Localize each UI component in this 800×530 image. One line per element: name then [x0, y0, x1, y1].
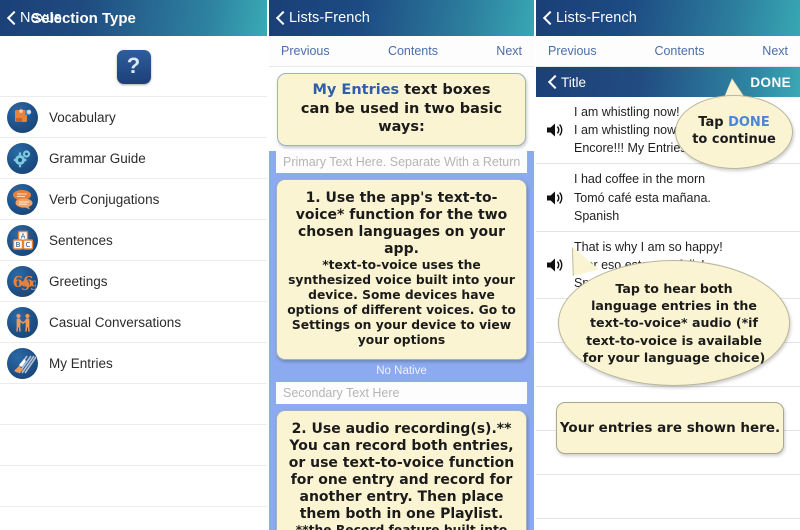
- panel-selection-type: Nexus Selection Type ? Vocabulary Gramma…: [0, 0, 267, 530]
- entry-editor-area: Primary Text Here. Separate With a Retur…: [269, 150, 534, 530]
- title-callout-rest: text boxes: [399, 82, 491, 98]
- previous-link[interactable]: Previous: [548, 44, 597, 58]
- speaker-icon[interactable]: [542, 122, 568, 138]
- selection-type-list: Vocabulary Grammar Guide Verb Conjugatio…: [0, 96, 267, 530]
- svg-text:B: B: [15, 241, 20, 249]
- speech-bubbles-icon: [7, 183, 38, 215]
- bubble-done-highlight: DONE: [728, 115, 770, 131]
- list-item-verb-conjugations[interactable]: Verb Conjugations: [0, 179, 267, 220]
- list-item-grammar-guide[interactable]: Grammar Guide: [0, 138, 267, 179]
- entry-row[interactable]: I had coffee in the morn Tomó café esta …: [536, 164, 800, 232]
- panel2-navbar: Lists-French: [269, 0, 534, 36]
- three-panel-screenshot: Nexus Selection Type ? Vocabulary Gramma…: [0, 0, 800, 530]
- abc-blocks-icon: A B C: [7, 224, 38, 256]
- primary-text-input[interactable]: Primary Text Here. Separate With a Retur…: [276, 150, 527, 173]
- entry-line-3: Encore!!! My Entries r: [574, 141, 695, 156]
- svg-text:C: C: [25, 241, 30, 249]
- back-button-label[interactable]: Lists-French: [556, 10, 637, 26]
- puzzle-icon: [7, 101, 38, 133]
- help-button[interactable]: ?: [116, 50, 151, 84]
- gears-icon: [7, 142, 38, 174]
- svg-text:99: 99: [20, 279, 35, 291]
- bubble-done-pre: Tap: [698, 115, 729, 131]
- panel3-body: Title DONE I am whistling now! I am whis…: [536, 67, 800, 530]
- next-link[interactable]: Next: [762, 44, 788, 58]
- quotation-marks-icon: 66 99: [7, 265, 38, 297]
- callout-method-2: 2. Use audio recording(s).** You can rec…: [276, 409, 527, 530]
- empty-row: [0, 507, 267, 530]
- bubble-done-line2: to continue: [692, 132, 776, 147]
- chevron-left-icon[interactable]: [548, 74, 559, 91]
- callout-2-note: **the Record feature built into the app …: [285, 523, 518, 530]
- list-item-label: Verb Conjugations: [49, 191, 160, 207]
- panel3-navbar: Lists-French: [536, 0, 800, 36]
- chevron-left-icon[interactable]: [543, 10, 554, 27]
- secondary-text-input[interactable]: Secondary Text Here: [276, 381, 527, 404]
- panel1-navbar: Nexus Selection Type: [0, 0, 267, 36]
- empty-row: [0, 384, 267, 425]
- list-item-label: Casual Conversations: [49, 314, 182, 330]
- contents-link[interactable]: Contents: [388, 44, 438, 58]
- list-item-casual-conversations[interactable]: Casual Conversations: [0, 302, 267, 343]
- contents-link[interactable]: Contents: [654, 44, 704, 58]
- entry-line-1: I had coffee in the morn: [574, 172, 706, 187]
- entry-text: I had coffee in the morn Tomó café esta …: [574, 170, 711, 224]
- panel2-page-nav: Previous Contents Next: [269, 36, 534, 67]
- panel-entries-list: Lists-French Previous Contents Next Titl…: [534, 0, 800, 530]
- list-item-label: Sentences: [49, 232, 113, 248]
- bubble-tap-to-hear: Tap to hear both language entries in the…: [558, 260, 790, 386]
- panel-my-entries-help: Lists-French Previous Contents Next My E…: [267, 0, 534, 530]
- callout-1-note: *text-to-voice uses the synthesized voic…: [287, 257, 516, 347]
- two-people-icon: [7, 306, 38, 338]
- speaker-icon[interactable]: [542, 190, 568, 206]
- empty-entry-row: [536, 475, 800, 520]
- entry-line-1: I am whistling now!: [574, 105, 680, 119]
- title-callout: My Entries text boxes can be used in two…: [277, 73, 526, 146]
- entries-subbar: Title DONE: [536, 67, 800, 97]
- callout-1-main: 1. Use the app's text-to-voice* function…: [295, 189, 508, 257]
- previous-link[interactable]: Previous: [281, 44, 330, 58]
- list-item-label: My Entries: [49, 355, 113, 371]
- list-item-label: Vocabulary: [49, 109, 116, 125]
- speaker-icon[interactable]: [542, 257, 568, 273]
- back-button-label[interactable]: Lists-French: [289, 10, 370, 26]
- panel2-body: My Entries text boxes can be used in two…: [269, 73, 534, 530]
- list-item-my-entries[interactable]: My Entries: [0, 343, 267, 384]
- callout-2-main: 2. Use audio recording(s).** You can rec…: [288, 420, 515, 523]
- list-item-vocabulary[interactable]: Vocabulary: [0, 97, 267, 138]
- empty-row: [0, 466, 267, 507]
- bubble-tap-done: Tap DONE to continue: [675, 95, 793, 169]
- writing-hand-icon: [7, 347, 38, 379]
- chevron-left-icon[interactable]: [7, 10, 18, 27]
- subbar-title[interactable]: Title: [561, 75, 586, 90]
- entry-line-2: Tomó café esta mañana.: [574, 190, 711, 205]
- title-callout-line2: can be used in two basic ways:: [300, 100, 503, 136]
- no-native-label: No Native: [376, 364, 427, 377]
- callout-method-1: 1. Use the app's text-to-voice* function…: [276, 178, 527, 360]
- entry-line-3: Spanish: [574, 208, 620, 223]
- done-button[interactable]: DONE: [750, 75, 791, 90]
- back-button-label[interactable]: Nexus: [20, 10, 62, 26]
- help-button-row: ?: [0, 36, 267, 96]
- list-item-label: Grammar Guide: [49, 150, 146, 166]
- next-link[interactable]: Next: [496, 44, 522, 58]
- list-item-label: Greetings: [49, 273, 108, 289]
- chevron-left-icon[interactable]: [276, 10, 287, 27]
- bubble-your-entries: Your entries are shown here.: [556, 402, 784, 454]
- panel3-page-nav: Previous Contents Next: [536, 36, 800, 67]
- entry-line-1: That is why I am so happy!: [574, 239, 723, 254]
- title-callout-highlight: My Entries: [312, 82, 400, 98]
- list-item-sentences[interactable]: A B C Sentences: [0, 220, 267, 261]
- list-item-greetings[interactable]: 66 99 Greetings: [0, 261, 267, 302]
- empty-row: [0, 425, 267, 466]
